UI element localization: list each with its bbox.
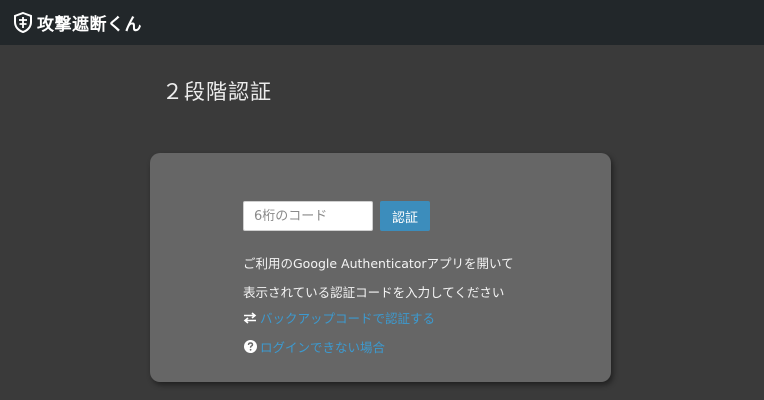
backup-code-link[interactable]: バックアップコードで認証する [260, 308, 435, 327]
backup-code-link-row: バックアップコードで認証する [243, 308, 435, 327]
instruction-line-2: 表示されている認証コードを入力してください [243, 285, 505, 300]
top-navbar: 攻撃遮断くん [0, 0, 764, 45]
swap-arrows-icon [243, 311, 257, 325]
cant-login-link[interactable]: ログインできない場合 [260, 337, 385, 356]
page-title: ２段階認証 [162, 80, 272, 104]
brand-name: 攻撃遮断くん [37, 15, 142, 35]
code-entry-row: 認証 [243, 201, 430, 231]
two-factor-card: 認証 ご利用のGoogle Authenticatorアプリを開いて 表示されて… [150, 153, 611, 382]
question-circle-icon [243, 340, 257, 354]
instruction-line-1: ご利用のGoogle Authenticatorアプリを開いて [243, 256, 514, 271]
cant-login-link-row: ログインできない場合 [243, 337, 385, 356]
shield-logo-icon [12, 12, 34, 34]
code-input[interactable] [243, 201, 373, 231]
brand-logo[interactable]: 攻撃遮断くん [12, 0, 142, 45]
authenticate-button[interactable]: 認証 [380, 201, 430, 231]
